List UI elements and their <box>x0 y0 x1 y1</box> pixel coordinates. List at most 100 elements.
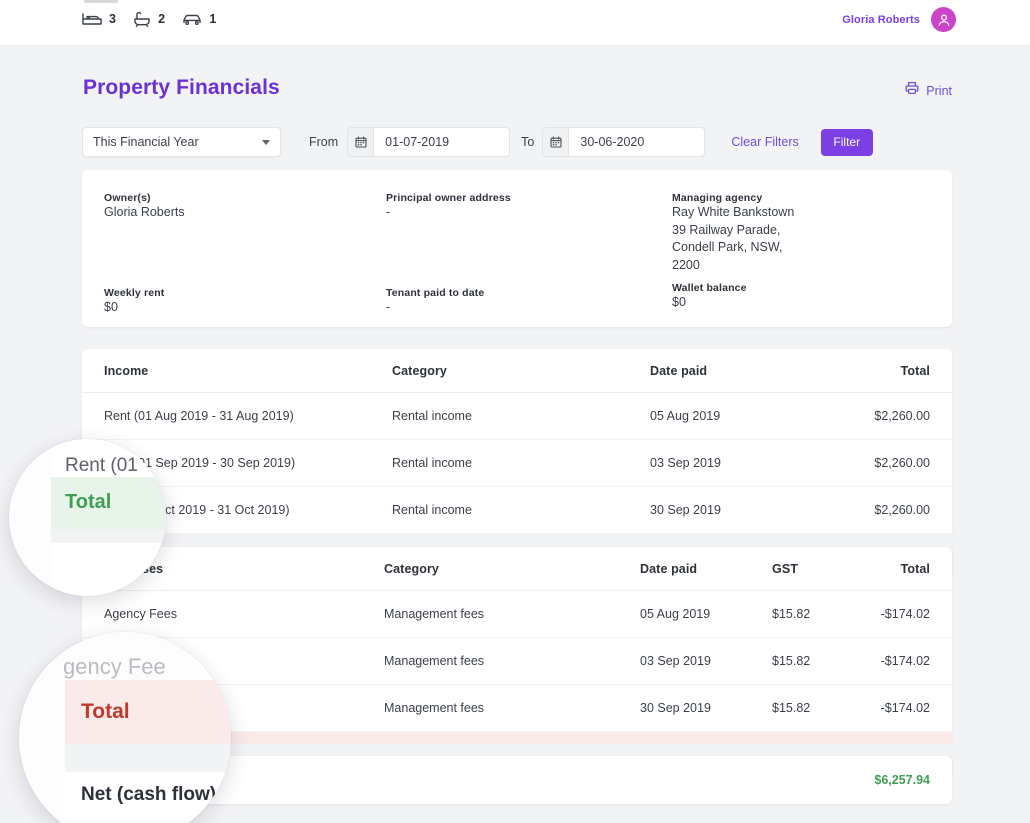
principal-address-label: Principal owner address <box>386 192 511 204</box>
expense-row-total: -$174.02 <box>874 590 952 638</box>
weekly-rent-value: $0 <box>104 300 118 314</box>
lens2-strip-gap <box>65 744 231 772</box>
top-bar-stub <box>84 0 118 3</box>
income-row-total: $2,260.00 <box>812 486 952 534</box>
period-select[interactable]: This Financial Year <box>82 127 281 157</box>
net-value: $6,257.94 <box>874 773 930 787</box>
wallet-balance-value: $0 <box>672 295 686 309</box>
magnifier-expense-total: gency Fee Total Net (cash flow) <box>19 632 231 823</box>
print-button[interactable]: Print <box>905 81 952 100</box>
weekly-rent-label: Weekly rent <box>104 287 165 299</box>
managing-agency-value: Ray White Bankstown 39 Railway Parade, C… <box>672 205 795 272</box>
income-row-category: Rental income <box>392 486 650 534</box>
to-datefield[interactable] <box>542 127 706 157</box>
principal-address-block: Principal owner address - <box>386 192 511 222</box>
weekly-rent-block: Weekly rent $0 <box>104 287 164 317</box>
tenant-paid-value: - <box>386 300 391 314</box>
lens1-strip-gap <box>51 529 166 543</box>
principal-address-value: - <box>386 205 391 219</box>
wallet-balance-block: Wallet balance $0 <box>672 282 747 312</box>
income-row-category: Rental income <box>392 392 650 440</box>
income-row-date: 05 Aug 2019 <box>650 392 812 440</box>
lens2-net-label: Net (cash flow) <box>81 784 217 805</box>
user-menu[interactable]: Gloria Roberts <box>842 7 956 32</box>
from-date-input[interactable] <box>373 127 511 157</box>
owners-label: Owner(s) <box>104 192 151 204</box>
expense-row-gst: $15.82 <box>772 637 874 685</box>
from-label: From <box>309 135 339 149</box>
lens2-top-text: gency Fee <box>63 654 166 679</box>
expense-row-category: Management fees <box>384 590 640 638</box>
filter-bar: This Financial Year From 01-07-2019 To 3… <box>82 127 873 157</box>
wallet-balance-label: Wallet balance <box>672 282 747 294</box>
income-header-date: Date paid <box>650 349 812 393</box>
period-select-value: This Financial Year <box>93 135 199 149</box>
user-name-label: Gloria Roberts <box>842 13 920 26</box>
to-date-input[interactable] <box>568 127 706 157</box>
expense-header-gst: GST <box>772 547 874 591</box>
tenant-paid-block: Tenant paid to date - <box>386 287 484 317</box>
feature-bedrooms-count: 3 <box>109 12 117 26</box>
managing-agency-block: Managing agency Ray White Bankstown 39 R… <box>672 192 794 274</box>
table-row: Rent (01 Oct 2019 - 31 Oct 2019) Rental … <box>82 486 952 534</box>
expense-row-total: -$174.02 <box>874 637 952 685</box>
income-row-date: 30 Sep 2019 <box>650 486 812 534</box>
lens1-strip-white-bottom <box>51 543 166 596</box>
feature-carspaces: 1 <box>182 12 216 26</box>
income-row-date: 03 Sep 2019 <box>650 439 812 487</box>
expense-row-date: 05 Aug 2019 <box>640 590 772 638</box>
feature-carspaces-count: 1 <box>209 12 217 26</box>
expense-row-date: 30 Sep 2019 <box>640 684 772 732</box>
income-header-name: Income <box>82 349 392 393</box>
income-row-category: Rental income <box>392 439 650 487</box>
print-label: Print <box>926 83 952 98</box>
to-label: To <box>521 135 535 149</box>
income-header-category: Category <box>392 349 650 393</box>
feature-bedrooms: 3 <box>82 12 116 26</box>
managing-agency-label: Managing agency <box>672 192 763 204</box>
feature-bathrooms-count: 2 <box>158 12 166 26</box>
expense-row-gst: $15.82 <box>772 684 874 732</box>
expense-header-total: Total <box>874 547 952 591</box>
expense-row-total: -$174.02 <box>874 684 952 732</box>
income-table-header-row: Income Category Date paid Total <box>82 349 952 393</box>
page-title: Property Financials <box>83 76 280 99</box>
calendar-icon[interactable] <box>347 127 374 157</box>
printer-icon <box>905 81 919 100</box>
bed-icon <box>82 12 102 26</box>
expense-row-gst: $15.82 <box>772 590 874 638</box>
income-header-total: Total <box>812 349 952 393</box>
feature-bathrooms: 2 <box>133 11 165 27</box>
bath-icon <box>133 11 151 27</box>
top-bar: 3 2 1 Gloria Roberts <box>0 0 1030 46</box>
income-row-name: Rent (01 Aug 2019 - 31 Aug 2019) <box>82 392 392 440</box>
expense-row-category: Management fees <box>384 684 640 732</box>
app-root: 3 2 1 Gloria Roberts Property Financials… <box>0 0 1030 823</box>
expense-table-header-row: Expenses Category Date paid GST Total <box>82 547 952 591</box>
chevron-down-icon <box>262 139 270 145</box>
filter-button[interactable]: Filter <box>820 128 873 156</box>
lens1-total-label: Total <box>65 491 112 513</box>
lens1-top-text: Rent (01 <box>65 455 138 476</box>
expense-header-date: Date paid <box>640 547 772 591</box>
expense-row-name: Agency Fees <box>82 590 384 638</box>
owners-value: Gloria Roberts <box>104 205 185 219</box>
table-row: Rent (01 Sep 2019 - 30 Sep 2019) Rental … <box>82 439 952 487</box>
expense-row-category: Management fees <box>384 637 640 685</box>
lens2-total-label: Total <box>81 700 130 723</box>
user-avatar-icon[interactable] <box>931 7 956 32</box>
income-row-total: $2,260.00 <box>812 439 952 487</box>
property-info-card: Owner(s) Gloria Roberts Weekly rent $0 P… <box>82 170 952 327</box>
magnifier-income-total: Rent (01 Total <box>9 439 166 596</box>
from-datefield[interactable] <box>347 127 511 157</box>
property-feature-list: 3 2 1 <box>82 11 216 27</box>
income-row-total: $2,260.00 <box>812 392 952 440</box>
tenant-paid-label: Tenant paid to date <box>386 287 485 299</box>
calendar-icon[interactable] <box>542 127 569 157</box>
car-icon <box>182 13 202 26</box>
expense-header-category: Category <box>384 547 640 591</box>
owners-block: Owner(s) Gloria Roberts <box>104 192 185 222</box>
expense-row-date: 03 Sep 2019 <box>640 637 772 685</box>
table-row: Rent (01 Aug 2019 - 31 Aug 2019) Rental … <box>82 392 952 440</box>
clear-filters-link[interactable]: Clear Filters <box>731 135 798 149</box>
